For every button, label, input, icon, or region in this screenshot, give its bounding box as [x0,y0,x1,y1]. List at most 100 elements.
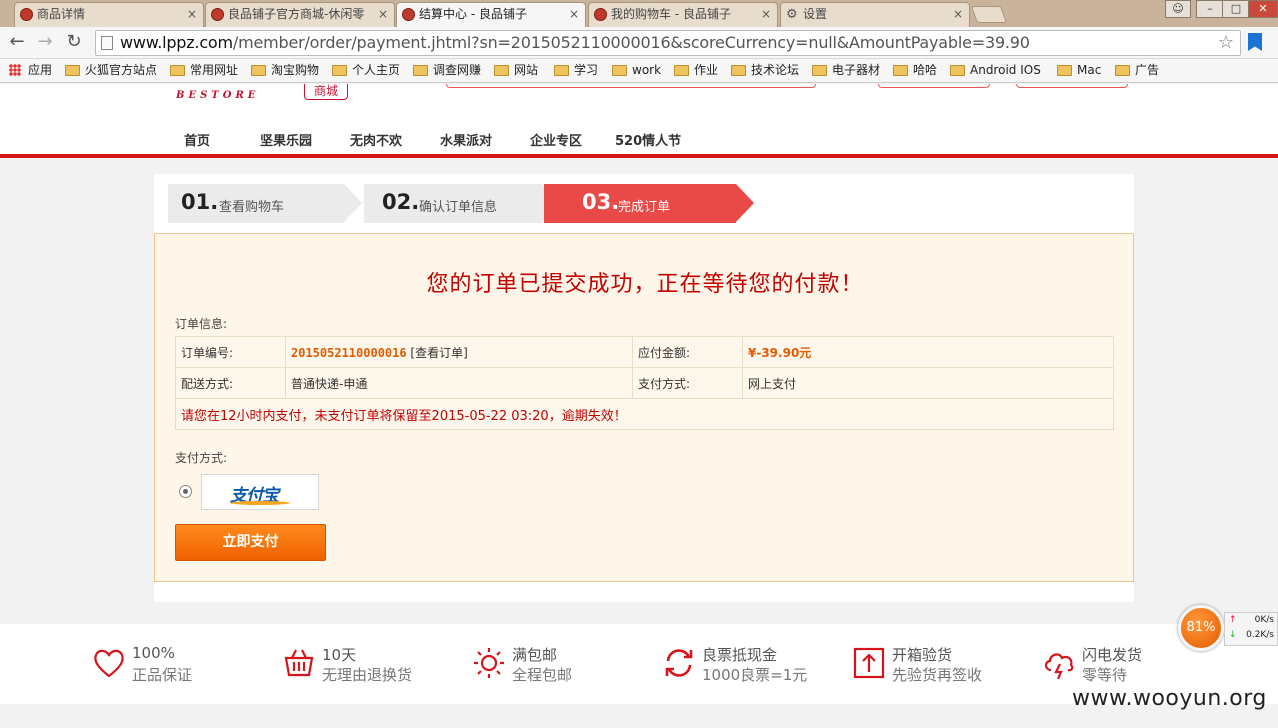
feature-title: 10天 [322,646,357,664]
tab-title: 商品详情 [37,7,86,21]
bookmarks-bar: 应用 火狐官方站点 常用网址 淘宝购物 个人主页 调查网赚 网站 学习 work… [0,59,1278,83]
bookmark-folder[interactable]: Mac [1057,59,1101,82]
browser-tabbar: 商品详情 × 良品铺子官方商城-休闲零 × 结算中心 - 良品铺子 × 我的购物… [0,0,1278,27]
nav-item-meat[interactable]: 无肉不欢 [350,130,402,149]
logo-subtext[interactable]: BESTORE [176,90,259,101]
bookmark-folder[interactable]: 哈哈 [893,59,937,82]
bookmark-apps[interactable]: 应用 [8,59,52,82]
speed-meter-ball[interactable]: 81% [1178,605,1224,651]
bookmark-folder[interactable]: 学习 [554,59,598,82]
bookmark-folder[interactable]: 作业 [674,59,718,82]
window-close-button[interactable]: ✕ [1248,0,1278,18]
tab-cart[interactable]: 我的购物车 - 良品铺子 × [588,2,778,27]
view-order-link[interactable]: [查看订单] [410,346,467,360]
refresh-icon [665,649,693,677]
order-result-panel: 您的订单已提交成功，正在等待您的付款！ 订单信息: 订单编号: 20150521… [154,233,1134,582]
alipay-swoosh-icon [230,501,290,505]
pay-now-button[interactable]: 立即支付 [175,524,326,561]
alipay-radio[interactable] [179,485,192,498]
site-header: BESTORE 商城 首页 坚果乐园 无肉不欢 水果派对 企业专区 520情人节 [0,84,1278,157]
folder-icon [612,65,627,76]
close-icon[interactable]: × [378,3,388,26]
close-icon[interactable]: × [761,3,771,26]
shipping-label: 配送方式: [175,367,286,399]
bookmark-folder[interactable]: 电子器材 [812,59,880,82]
upload-box-icon [853,647,885,679]
user-icon[interactable]: ☺ [1165,0,1191,18]
upload-arrow-icon: ↑ [1229,615,1237,625]
folder-icon [413,65,428,76]
feature-title: 100% [132,644,175,662]
minimize-button[interactable]: – [1196,0,1224,18]
close-icon[interactable]: × [953,3,963,26]
back-arrow-icon[interactable]: ← [6,31,28,53]
nav-item-520[interactable]: 520情人节 [615,130,681,149]
header-button-edge [878,84,990,88]
step-arrow [344,184,362,222]
bookmark-folder[interactable]: 淘宝购物 [251,59,319,82]
bookmark-folder[interactable]: Android IOS [950,59,1041,82]
nav-divider [0,154,1278,158]
order-info-table: 订单编号: 2015052110000016 [查看订单] 应付金额: ¥-39… [175,336,1114,430]
nav-item-home[interactable]: 首页 [184,130,210,149]
site-favicon-icon [211,8,224,21]
order-number-label: 订单编号: [175,336,286,368]
basket-icon [284,649,314,677]
apps-grid-icon [9,64,21,76]
gear-icon: ⚙ [786,7,798,22]
nav-item-enterprise[interactable]: 企业专区 [530,130,582,149]
bookmark-folder[interactable]: 火狐官方站点 [65,59,157,82]
logo-badge: 商城 [304,84,348,100]
order-number-cell: 2015052110000016 [查看订单] [285,336,633,368]
site-favicon-icon [402,8,415,21]
folder-icon [812,65,827,76]
table-row: 配送方式: 普通快递-申通 支付方式: 网上支付 [175,367,1114,399]
folder-icon [674,65,689,76]
url-path: /member/order/payment.jhtml?sn=201505211… [232,33,1030,52]
folder-icon [1057,65,1072,76]
tab-settings[interactable]: ⚙ 设置 × [780,2,970,27]
amount-value: ¥-39.90元 [742,336,1114,368]
download-speed: 0.2K/s [1246,630,1274,640]
folder-icon [251,65,266,76]
close-icon[interactable]: × [187,3,197,26]
main-nav: 首页 坚果乐园 无肉不欢 水果派对 企业专区 520情人节 [0,130,1278,150]
bookmark-folder[interactable]: 广告 [1115,59,1159,82]
bookmark-folder[interactable]: 技术论坛 [731,59,799,82]
bookmark-folder[interactable]: 网站 [494,59,538,82]
bookmark-folder[interactable]: work [612,59,661,82]
nav-item-fruit[interactable]: 水果派对 [440,130,492,149]
forward-arrow-icon[interactable]: → [34,31,56,53]
tab-official-store[interactable]: 良品铺子官方商城-休闲零 × [205,2,395,27]
page-icon [101,36,113,50]
new-tab-button[interactable] [970,6,1008,23]
bookmark-folder[interactable]: 调查网赚 [413,59,481,82]
feature-title: 闪电发货 [1082,646,1143,664]
step-2: 02. 确认订单信息 [364,184,542,223]
step-1: 01. 查看购物车 [168,184,344,223]
reload-icon[interactable]: ↻ [63,31,85,53]
alipay-option[interactable]: 支付宝 [201,474,319,510]
tab-checkout[interactable]: 结算中心 - 良品铺子 × [396,2,586,27]
step-label: 完成订单 [618,200,671,215]
folder-icon [332,65,347,76]
watermark: www.wooyun.org [1072,686,1267,711]
tab-product-detail[interactable]: 商品详情 × [14,2,204,27]
tab-title: 设置 [803,7,828,21]
heart-icon [94,649,124,678]
address-bar[interactable]: www.lppz.com/member/order/payment.jhtml?… [95,30,1241,56]
maximize-button[interactable]: □ [1222,0,1250,18]
bookmark-extension-icon[interactable] [1248,33,1262,51]
bookmark-folder[interactable]: 个人主页 [332,59,400,82]
payment-deadline-warning: 请您在12小时内支付，未支付订单将保留至2015-05-22 03:20，逾期失… [175,398,1114,430]
download-arrow-icon: ↓ [1229,630,1237,640]
step-number: 01. [181,190,219,214]
step-number: 02. [382,190,420,214]
bookmark-star-icon[interactable]: ☆ [1218,31,1234,55]
close-icon[interactable]: × [569,3,579,26]
nav-item-nuts[interactable]: 坚果乐园 [260,130,312,149]
bookmark-folder[interactable]: 常用网址 [170,59,238,82]
folder-icon [731,65,746,76]
table-row: 订单编号: 2015052110000016 [查看订单] 应付金额: ¥-39… [175,336,1114,368]
header-button-edge [1016,84,1128,88]
